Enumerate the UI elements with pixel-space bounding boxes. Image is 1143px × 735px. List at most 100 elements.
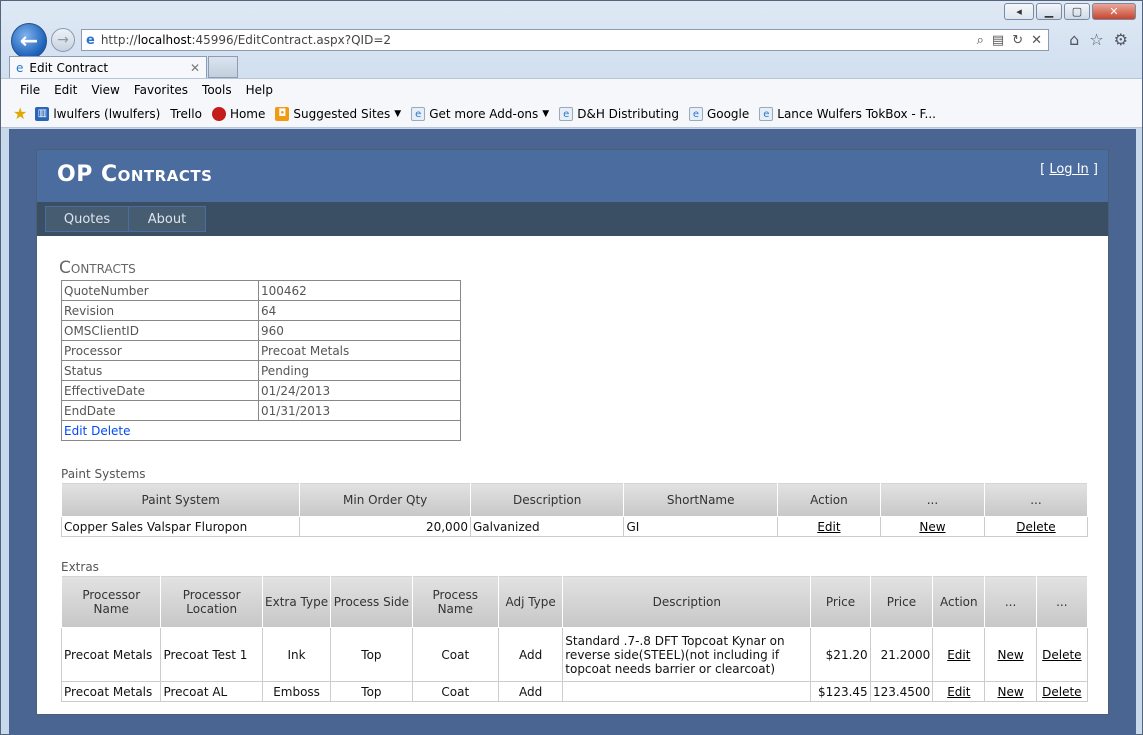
new-tab-button[interactable] xyxy=(208,56,238,78)
ie-page-icon: e xyxy=(411,106,426,121)
col-header: ... xyxy=(879,482,985,517)
stop-icon[interactable]: ✕ xyxy=(1031,33,1042,48)
col-header: ... xyxy=(1035,575,1089,628)
page-viewport: OP Contracts [ Log In ] Quotes About Con… xyxy=(9,129,1136,735)
extra-delete-link[interactable]: Delete xyxy=(1042,648,1081,662)
favorites-star-icon[interactable]: ☆ xyxy=(1089,30,1103,49)
col-header: Adj Type xyxy=(497,575,564,628)
delete-cell: Delete xyxy=(1035,681,1089,702)
fav-tokbox[interactable]: e Lance Wulfers TokBox - F... xyxy=(759,106,936,121)
nav-about[interactable]: About xyxy=(128,206,206,232)
extra-new-link[interactable]: New xyxy=(997,648,1023,662)
tab-title: Edit Contract xyxy=(29,60,109,75)
menu-view[interactable]: View xyxy=(84,83,126,97)
menu-help[interactable]: Help xyxy=(239,83,280,97)
col-header: Process Side xyxy=(330,575,413,628)
chevron-down-icon: ▼ xyxy=(542,108,550,119)
col-header: Price xyxy=(810,575,871,628)
extra-delete-link[interactable]: Delete xyxy=(1042,685,1081,699)
login-display: [ Log In ] xyxy=(1040,162,1098,177)
col-header: ... xyxy=(983,482,1089,517)
title-bar: ◂ ▁ ▢ ✕ xyxy=(1,1,1142,23)
refresh-icon[interactable]: ↻ xyxy=(1012,33,1023,48)
price-cell: $123.45 xyxy=(810,681,871,702)
description-cell: Standard .7-.8 DFT Topcoat Kynar on reve… xyxy=(562,627,812,682)
fav-label: Suggested Sites xyxy=(293,106,391,121)
fav-suggested-sites[interactable]: ◘ Suggested Sites ▼ xyxy=(275,106,402,121)
extras-label: Extras xyxy=(61,560,99,574)
menu-favorites[interactable]: Favorites xyxy=(127,83,195,97)
col-header: Min Order Qty xyxy=(299,482,471,517)
paint-edit-link[interactable]: Edit xyxy=(817,520,840,534)
col-header: Action xyxy=(776,482,881,517)
login-link[interactable]: Log In xyxy=(1049,162,1088,177)
navigation-bar: ← → e http://localhost:45996/EditContrac… xyxy=(1,23,1142,59)
col-header: Extra Type xyxy=(261,575,332,628)
contracts-heading: Contracts xyxy=(59,258,136,278)
nav-quotes[interactable]: Quotes xyxy=(45,206,129,232)
fav-home[interactable]: Home xyxy=(211,106,265,121)
detail-value: 100462 xyxy=(258,280,461,301)
favorites-star-icon[interactable]: ★ xyxy=(13,104,27,123)
detail-value: Pending xyxy=(258,360,461,381)
ie-page-icon: e xyxy=(688,106,703,121)
back-button[interactable]: ← xyxy=(11,23,47,59)
detail-key: Revision xyxy=(61,300,259,321)
address-bar[interactable]: e http://localhost:45996/EditContract.as… xyxy=(81,29,1049,51)
extra-edit-link[interactable]: Edit xyxy=(947,648,970,662)
detail-value: 01/31/2013 xyxy=(258,400,461,421)
site-page: OP Contracts [ Log In ] Quotes About Con… xyxy=(36,149,1109,715)
url-host: localhost xyxy=(137,33,192,47)
detail-actions: Edit Delete xyxy=(61,420,461,441)
extra-type-cell: Emboss xyxy=(261,681,332,702)
mini-back-icon[interactable]: ◂ xyxy=(1004,3,1034,20)
suggested-sites-icon: ◘ xyxy=(275,106,290,121)
fav-dh-distributing[interactable]: e D&H Distributing xyxy=(559,106,679,121)
col-header: Processor Location xyxy=(160,575,263,628)
menu-file[interactable]: File xyxy=(13,83,47,97)
extra-edit-link[interactable]: Edit xyxy=(947,685,970,699)
favorites-bar: ★ ▥ lwulfers (lwulfers) Trello Home ◘ Su… xyxy=(1,100,1142,128)
fav-google[interactable]: e Google xyxy=(688,106,750,121)
col-header: Description xyxy=(469,482,625,517)
url-text[interactable]: http://localhost:45996/EditContract.aspx… xyxy=(101,33,977,47)
contract-edit-link[interactable]: Edit xyxy=(64,424,87,438)
chevron-down-icon: ▼ xyxy=(394,108,402,119)
paint-systems-table: Paint System Min Order Qty Description S… xyxy=(60,482,1089,537)
close-window-button[interactable]: ✕ xyxy=(1092,3,1136,20)
paint-system-cell: Copper Sales Valspar Fluropon xyxy=(60,516,301,537)
close-tab-icon[interactable]: ✕ xyxy=(190,61,200,75)
address-tools: ⌕ ▤ ↻ ✕ xyxy=(977,33,1048,48)
gear-icon[interactable]: ⚙ xyxy=(1114,30,1128,49)
login-bracket-close: ] xyxy=(1088,162,1098,177)
detail-actions-row: Edit Delete xyxy=(61,420,461,441)
paint-new-link[interactable]: New xyxy=(919,520,945,534)
main-content: Contracts QuoteNumber 100462 Revision 64 O… xyxy=(37,236,1108,714)
price2-cell: 21.2000 xyxy=(869,627,934,682)
fav-get-more-addons[interactable]: e Get more Add-ons ▼ xyxy=(411,106,550,121)
maximize-button[interactable]: ▢ xyxy=(1064,3,1090,20)
search-icon[interactable]: ⌕ xyxy=(977,33,984,48)
menu-tools[interactable]: Tools xyxy=(195,83,239,97)
detail-row: QuoteNumber 100462 xyxy=(61,280,461,301)
menu-edit[interactable]: Edit xyxy=(47,83,84,97)
detail-value: 64 xyxy=(258,300,461,321)
process-name-cell: Coat xyxy=(411,681,499,702)
short-name-cell: GI xyxy=(623,516,778,537)
minimize-button[interactable]: ▁ xyxy=(1036,3,1062,20)
processor-name-cell: Precoat Metals xyxy=(60,627,162,682)
paint-delete-link[interactable]: Delete xyxy=(1016,520,1055,534)
extra-new-link[interactable]: New xyxy=(997,685,1023,699)
extras-header: Processor Name Processor Location Extra … xyxy=(60,575,1089,628)
home-icon[interactable]: ⌂ xyxy=(1069,30,1079,49)
contract-delete-link[interactable]: Delete xyxy=(91,424,130,438)
process-name-cell: Coat xyxy=(411,627,499,682)
fav-label: Google xyxy=(706,106,750,121)
fav-lwulfers[interactable]: ▥ lwulfers (lwulfers) xyxy=(35,106,160,121)
tab-edit-contract[interactable]: e Edit Contract ✕ xyxy=(9,56,207,78)
detail-key: Status xyxy=(61,360,259,381)
compat-view-icon[interactable]: ▤ xyxy=(992,33,1004,48)
fav-trello[interactable]: Trello xyxy=(170,107,202,121)
forward-button[interactable]: → xyxy=(51,28,75,52)
fav-label: Trello xyxy=(170,106,202,121)
